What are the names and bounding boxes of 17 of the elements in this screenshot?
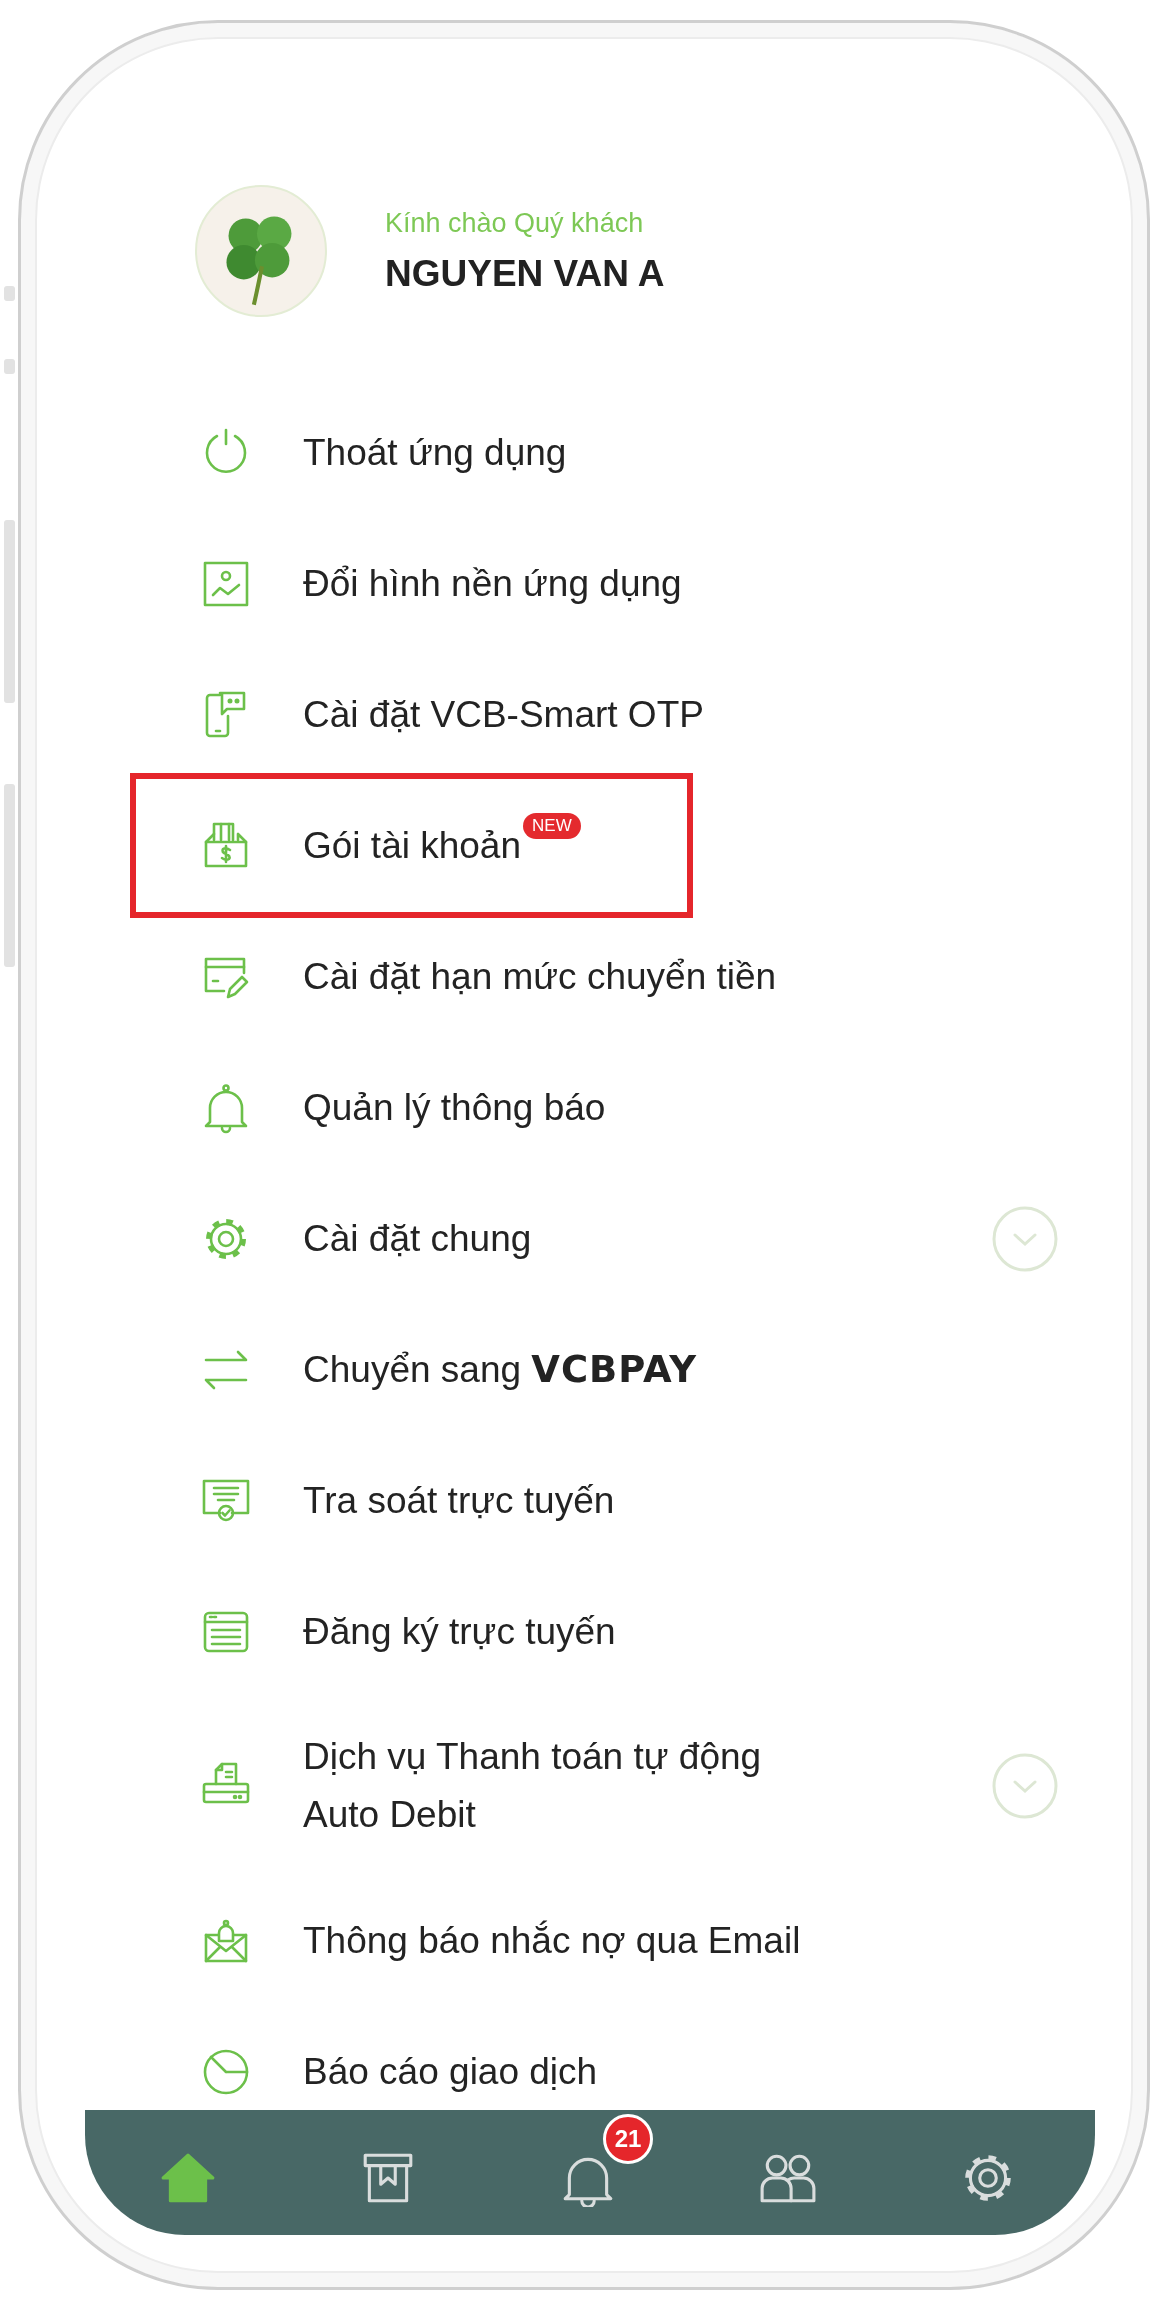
menu-item[interactable]: Cài đặt VCB-Smart OTP — [303, 685, 704, 744]
menu-item[interactable]: Quản lý thông báo — [303, 1078, 606, 1137]
menu-item[interactable]: Cài đặt hạn mức chuyển tiền — [303, 947, 777, 1006]
greeting-text: Kính chào Quý khách — [385, 207, 645, 239]
new-badge: NEW — [523, 812, 581, 839]
menu-item[interactable]: Thoát ứng dụng — [303, 423, 567, 482]
menu-item[interactable]: Đăng ký trực tuyến — [303, 1602, 616, 1661]
notification-count-badge: 21 — [603, 2114, 653, 2164]
user-name: NGUYEN VAN A — [385, 252, 665, 295]
menu-item[interactable]: Tra soát trực tuyến — [303, 1471, 615, 1530]
menu-item[interactable]: Gói tài khoản — [303, 816, 522, 875]
menu-item[interactable]: Chuyển sang VCBPAY — [303, 1340, 697, 1399]
menu-item[interactable]: Đổi hình nền ứng dụng — [303, 554, 682, 613]
menu-item[interactable]: Thông báo nhắc nợ qua Email — [303, 1911, 801, 1970]
menu-item[interactable]: Báo cáo giao dịch — [303, 2042, 598, 2101]
menu-item[interactable]: Cài đặt chung — [303, 1209, 532, 1268]
menu-item[interactable]: Dịch vụ Thanh toán tự động Auto Debit — [303, 1728, 762, 1844]
